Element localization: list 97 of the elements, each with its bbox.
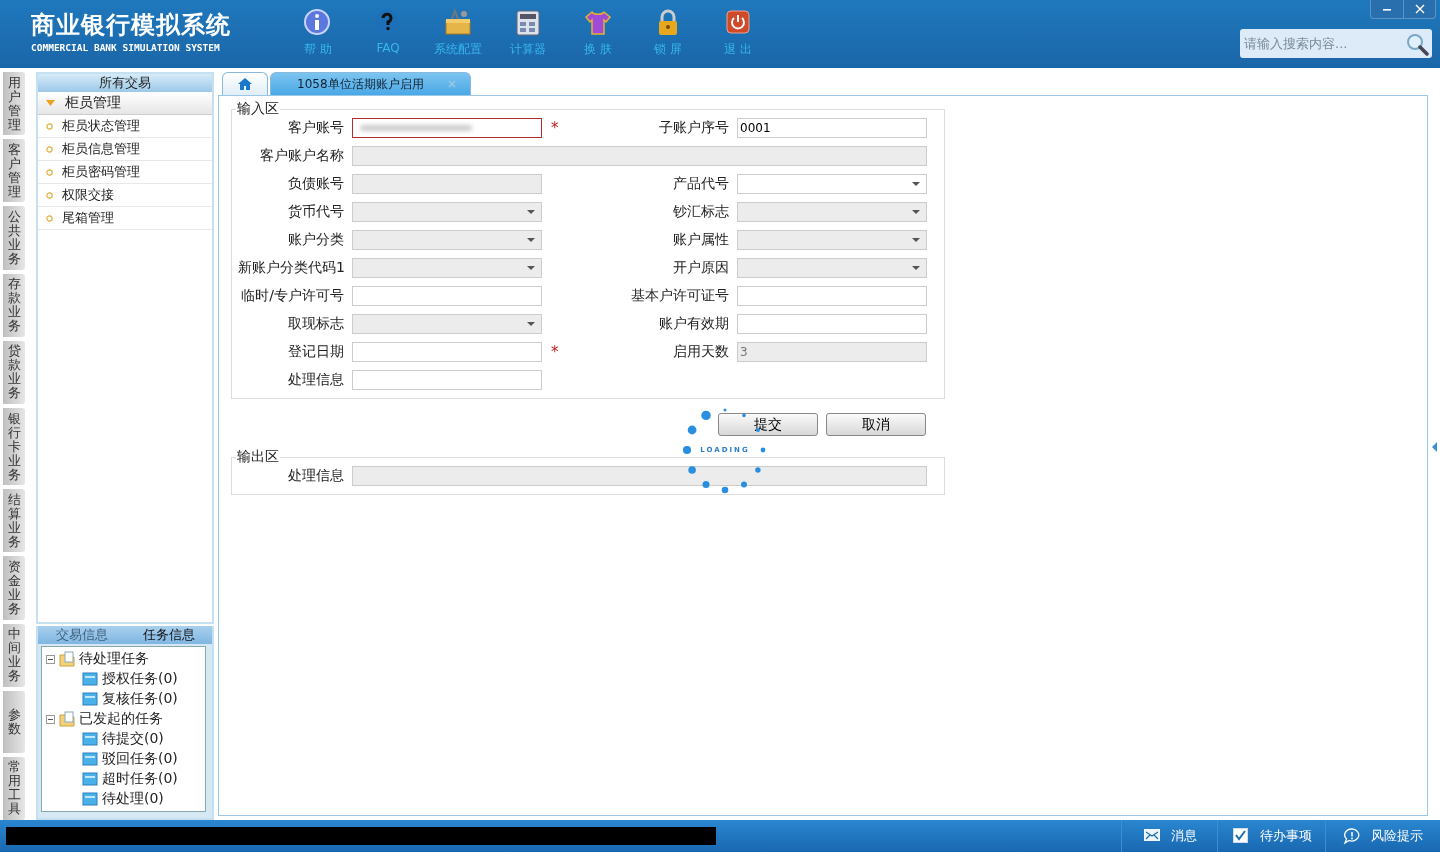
side-tab[interactable]: 资金业务	[3, 556, 25, 620]
bullet-icon	[46, 191, 53, 199]
panel-tab[interactable]: 任务信息	[125, 626, 212, 644]
field-label: 钞汇标志	[673, 203, 729, 221]
side-tab[interactable]: 用户管理	[3, 72, 25, 136]
side-tab[interactable]: 银行卡业务	[3, 408, 25, 486]
field-label: 账户分类	[287, 231, 344, 249]
tree-node[interactable]: 复核任务(0)	[42, 689, 205, 709]
field-label: 取现标志	[287, 315, 344, 333]
field-label: 负债账号	[287, 175, 344, 193]
collapse-toggle-icon[interactable]	[46, 714, 55, 724]
tree-node[interactable]: 已发起的任务	[42, 709, 205, 729]
required-mark: *	[551, 119, 559, 137]
section-title: 输出区	[236, 448, 280, 466]
toolbox-icon	[443, 8, 473, 38]
home-tab[interactable]	[222, 72, 268, 95]
tree-node[interactable]: 驳回任务(0)	[42, 749, 205, 769]
folder-icon	[59, 711, 75, 727]
field-label: 客户账号	[287, 119, 344, 137]
tree-node[interactable]: 待处理(0)	[42, 789, 205, 809]
status-button[interactable]: 风险提示	[1325, 820, 1440, 852]
menu-item[interactable]: 柜员密码管理	[38, 161, 212, 184]
bullet-icon	[46, 168, 53, 176]
field-label: 新账户分类代码1	[238, 259, 344, 277]
folder-icon	[59, 651, 75, 667]
home-icon	[237, 77, 253, 91]
action-button[interactable]: 提交	[718, 413, 818, 436]
field-label: 货币代号	[287, 203, 344, 221]
checkbox-icon	[1231, 827, 1250, 845]
field-label: 账户有效期	[659, 315, 729, 333]
folder-icon	[82, 731, 98, 747]
field-label: 登记日期	[287, 343, 344, 361]
search-icon[interactable]	[1405, 32, 1429, 56]
caret-icon	[527, 322, 535, 326]
field-label: 客户账户名称	[259, 147, 344, 165]
field-label: 账户属性	[673, 231, 729, 249]
app-subtitle: COMMERCIAL BANK SIMULATION SYSTEM	[31, 42, 221, 53]
app-title: 商业银行模拟系统	[31, 10, 232, 40]
calculator-icon	[513, 8, 543, 38]
speech-bubble-icon	[1343, 827, 1361, 845]
side-tab[interactable]: 客户管理	[3, 139, 25, 203]
panel-header: 所有交易	[38, 74, 212, 92]
required-mark: *	[551, 343, 559, 361]
info-icon	[303, 8, 333, 38]
side-tab[interactable]: 参数	[3, 690, 25, 753]
side-tab[interactable]: 公共业务	[3, 206, 25, 270]
caret-icon	[912, 182, 920, 186]
panel-tab[interactable]: 交易信息	[38, 626, 125, 644]
field-label: 产品代号	[673, 175, 729, 193]
field-label: 基本户许可证号	[631, 287, 729, 305]
menu-item[interactable]: 柜员信息管理	[38, 138, 212, 161]
side-tab[interactable]: 中间业务	[3, 623, 25, 687]
collapse-toggle-icon[interactable]	[46, 654, 55, 664]
field-label: 处理信息	[287, 467, 344, 485]
caret-icon	[527, 210, 535, 214]
side-tab[interactable]: 常用工具	[3, 756, 25, 820]
field-label: 临时/专户许可号	[240, 287, 344, 305]
folder-icon	[82, 791, 98, 807]
status-button[interactable]: 消息	[1121, 820, 1217, 852]
caret-icon	[527, 266, 535, 270]
close-icon[interactable]	[447, 80, 456, 88]
search-field[interactable]: 请输入搜索内容...	[1240, 29, 1432, 58]
caret-icon	[912, 266, 920, 270]
menu-item[interactable]: 柜员状态管理	[38, 115, 212, 138]
field-label: 子账户序号	[659, 119, 729, 137]
tree-node[interactable]: 待处理任务	[42, 649, 205, 669]
bullet-icon	[46, 214, 53, 222]
action-button[interactable]: 取消	[826, 413, 926, 436]
status-button[interactable]: 待办事项	[1217, 820, 1325, 852]
folder-icon	[82, 691, 98, 707]
side-tab[interactable]: 结算业务	[3, 489, 25, 553]
bullet-icon	[46, 145, 53, 153]
caret-icon	[912, 238, 920, 242]
menu-group[interactable]: 柜员管理	[38, 92, 212, 115]
tree-node[interactable]: 授权任务(0)	[42, 669, 205, 689]
section-title: 输入区	[236, 100, 280, 118]
bullet-icon	[46, 122, 53, 130]
page-tab[interactable]: 1058单位活期账户启用	[270, 72, 471, 95]
close-icon	[1414, 4, 1425, 14]
menu-item[interactable]: 权限交接	[38, 184, 212, 207]
side-tab[interactable]: 贷款业务	[3, 340, 25, 405]
tree-node[interactable]: 待提交(0)	[42, 729, 205, 749]
field-label: 启用天数	[673, 343, 729, 361]
field-label: 开户原因	[673, 259, 729, 277]
collapse-icon[interactable]	[1432, 442, 1438, 452]
tree-node[interactable]: 超时任务(0)	[42, 769, 205, 789]
caret-icon	[527, 238, 535, 242]
side-tab[interactable]: 存款业务	[3, 273, 25, 337]
caret-icon	[912, 210, 920, 214]
field-label: 处理信息	[287, 371, 344, 389]
dropdown[interactable]	[737, 174, 927, 194]
folder-icon	[82, 671, 98, 687]
shirt-icon	[583, 8, 613, 38]
menu-item[interactable]: 尾箱管理	[38, 207, 212, 230]
folder-icon	[82, 751, 98, 767]
input-field[interactable]: 0001	[737, 118, 927, 138]
folder-icon	[82, 771, 98, 787]
